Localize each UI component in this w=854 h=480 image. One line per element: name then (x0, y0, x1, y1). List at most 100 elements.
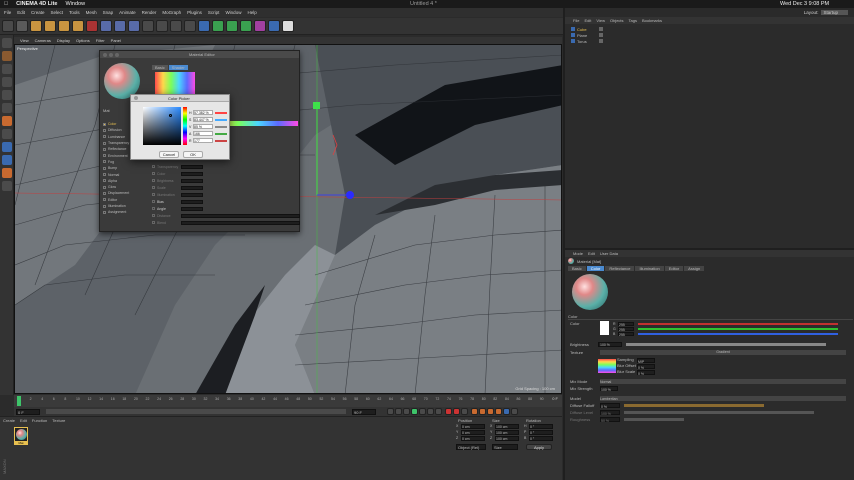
field-input[interactable] (181, 185, 203, 190)
diffuse-level-field[interactable]: 100 % (600, 410, 620, 416)
ok-button[interactable]: OK (183, 151, 203, 158)
model-select[interactable]: Lambertian (600, 396, 846, 401)
picker-value[interactable]: 57.382 % (193, 110, 213, 115)
render-picture-icon[interactable] (170, 20, 182, 32)
field-input[interactable] (181, 178, 203, 183)
viewport-menu-display[interactable]: Display (57, 38, 70, 43)
field-input[interactable] (181, 171, 203, 176)
subdivision-icon[interactable] (212, 20, 224, 32)
viewport-menu-cameras[interactable]: Cameras (35, 38, 51, 43)
workplane-icon[interactable] (2, 77, 12, 87)
brightness-slider[interactable] (626, 343, 826, 346)
coord-value[interactable]: 100 cm (495, 423, 519, 429)
workplane-lock-icon[interactable] (2, 155, 12, 165)
keyframe-icon[interactable] (461, 408, 468, 415)
go-to-end-icon[interactable] (435, 408, 442, 415)
color-handle[interactable] (169, 114, 172, 117)
material-swatch[interactable]: Mat (14, 427, 28, 445)
channel-checkbox[interactable] (103, 191, 106, 195)
start-frame-field[interactable]: 0 F (16, 408, 40, 415)
field-checkbox[interactable] (152, 172, 155, 175)
menu-help[interactable]: Help (247, 10, 256, 15)
rotate-icon[interactable] (58, 20, 70, 32)
apple-icon[interactable]:  (4, 1, 8, 7)
camera-icon[interactable] (268, 20, 280, 32)
roughness-slider[interactable] (624, 418, 684, 421)
x-axis-icon[interactable] (86, 20, 98, 32)
channel-checkbox[interactable] (103, 166, 106, 170)
hue-strip[interactable] (183, 107, 187, 145)
menu-file[interactable]: File (4, 10, 11, 15)
attr-tab-editor[interactable]: Editor (664, 265, 684, 271)
viewport-menu-view[interactable]: View (20, 38, 29, 43)
menu-select[interactable]: Select (51, 10, 64, 15)
cancel-button[interactable]: Cancel (159, 151, 179, 158)
array-icon[interactable] (226, 20, 238, 32)
minimize-icon[interactable] (109, 52, 113, 57)
coord-value[interactable]: 0 cm (461, 429, 485, 435)
apply-button[interactable]: Apply (526, 444, 552, 450)
menu-plugins[interactable]: Plugins (187, 10, 202, 15)
objmgr-menu-bookmarks[interactable]: Bookmarks (642, 18, 662, 23)
brightness-field[interactable]: 100 % (598, 342, 622, 347)
locked-workplane-icon[interactable] (2, 168, 12, 178)
menu-script[interactable]: Script (208, 10, 220, 15)
next-frame-icon[interactable] (419, 408, 426, 415)
edges-mode-icon[interactable] (2, 103, 12, 113)
polygons-mode-icon[interactable] (2, 116, 12, 126)
coord-system-icon[interactable] (142, 20, 154, 32)
scale-icon[interactable] (44, 20, 56, 32)
range-slider[interactable] (46, 409, 346, 414)
enable-axis-icon[interactable] (2, 129, 12, 139)
rgb-value[interactable]: 255 (618, 331, 634, 337)
field-checkbox[interactable] (152, 214, 155, 217)
coord-value[interactable]: 0 cm (461, 435, 485, 441)
matedit-tab-shader[interactable]: Shader (168, 65, 188, 70)
matmgr-menu-edit[interactable]: Edit (20, 418, 27, 423)
attr-menu-user-data[interactable]: User Data (600, 251, 618, 256)
field-checkbox[interactable] (152, 165, 155, 168)
diffuse-level-slider[interactable] (624, 411, 814, 414)
field-input[interactable] (181, 206, 203, 211)
blur-scale-field[interactable]: 0 % (637, 369, 655, 376)
field-input[interactable] (180, 213, 300, 218)
coord-value[interactable]: 0 cm (461, 423, 485, 429)
coord-value[interactable]: 0 ° (529, 429, 553, 435)
channel-checkbox[interactable] (103, 204, 106, 208)
field-checkbox[interactable] (152, 200, 155, 203)
channel-checkbox[interactable] (103, 122, 106, 126)
viewport-menu-options[interactable]: Options (76, 38, 90, 43)
channel-checkbox[interactable] (103, 141, 106, 145)
attr-menu-edit[interactable]: Edit (588, 251, 595, 256)
menu-create[interactable]: Create (31, 10, 45, 15)
objmgr-menu-edit[interactable]: Edit (584, 18, 591, 23)
layout-select[interactable]: Startup (821, 10, 848, 15)
attr-tab-illumination[interactable]: Illumination (635, 265, 664, 271)
model-mode-icon[interactable] (2, 51, 12, 61)
diffuse-falloff-field[interactable]: 0 % (600, 403, 620, 409)
coord-value[interactable]: 0 ° (529, 435, 553, 441)
field-input[interactable] (180, 220, 300, 225)
channel-checkbox[interactable] (103, 210, 106, 214)
coord-value[interactable]: 0 ° (529, 423, 553, 429)
attr-menu-mode[interactable]: Mode (573, 251, 583, 256)
picker-value[interactable]: 177 (193, 138, 213, 143)
field-checkbox[interactable] (152, 179, 155, 182)
render-settings-icon[interactable] (184, 20, 196, 32)
attr-tab-color[interactable]: Color (586, 265, 605, 271)
channel-checkbox[interactable] (103, 154, 106, 158)
field-checkbox[interactable] (152, 207, 155, 210)
picker-value[interactable]: 85 % (193, 124, 213, 129)
mix-mode-select[interactable]: Normal (600, 379, 846, 384)
rgb-value[interactable]: 255 (618, 326, 634, 332)
picker-value[interactable]: 166 (193, 131, 213, 136)
menu-mesh[interactable]: Mesh (86, 10, 97, 15)
channel-checkbox[interactable] (103, 128, 106, 132)
make-editable-icon[interactable] (2, 38, 12, 48)
menu-mograph[interactable]: MoGraph (162, 10, 181, 15)
sampling-field[interactable]: MIP (637, 357, 655, 364)
objmgr-menu-tags[interactable]: Tags (629, 18, 637, 23)
timeline[interactable]: 0246810121416182022242628303234363840424… (14, 395, 562, 407)
gradient-preview[interactable] (598, 359, 616, 373)
prev-frame-icon[interactable] (403, 408, 410, 415)
